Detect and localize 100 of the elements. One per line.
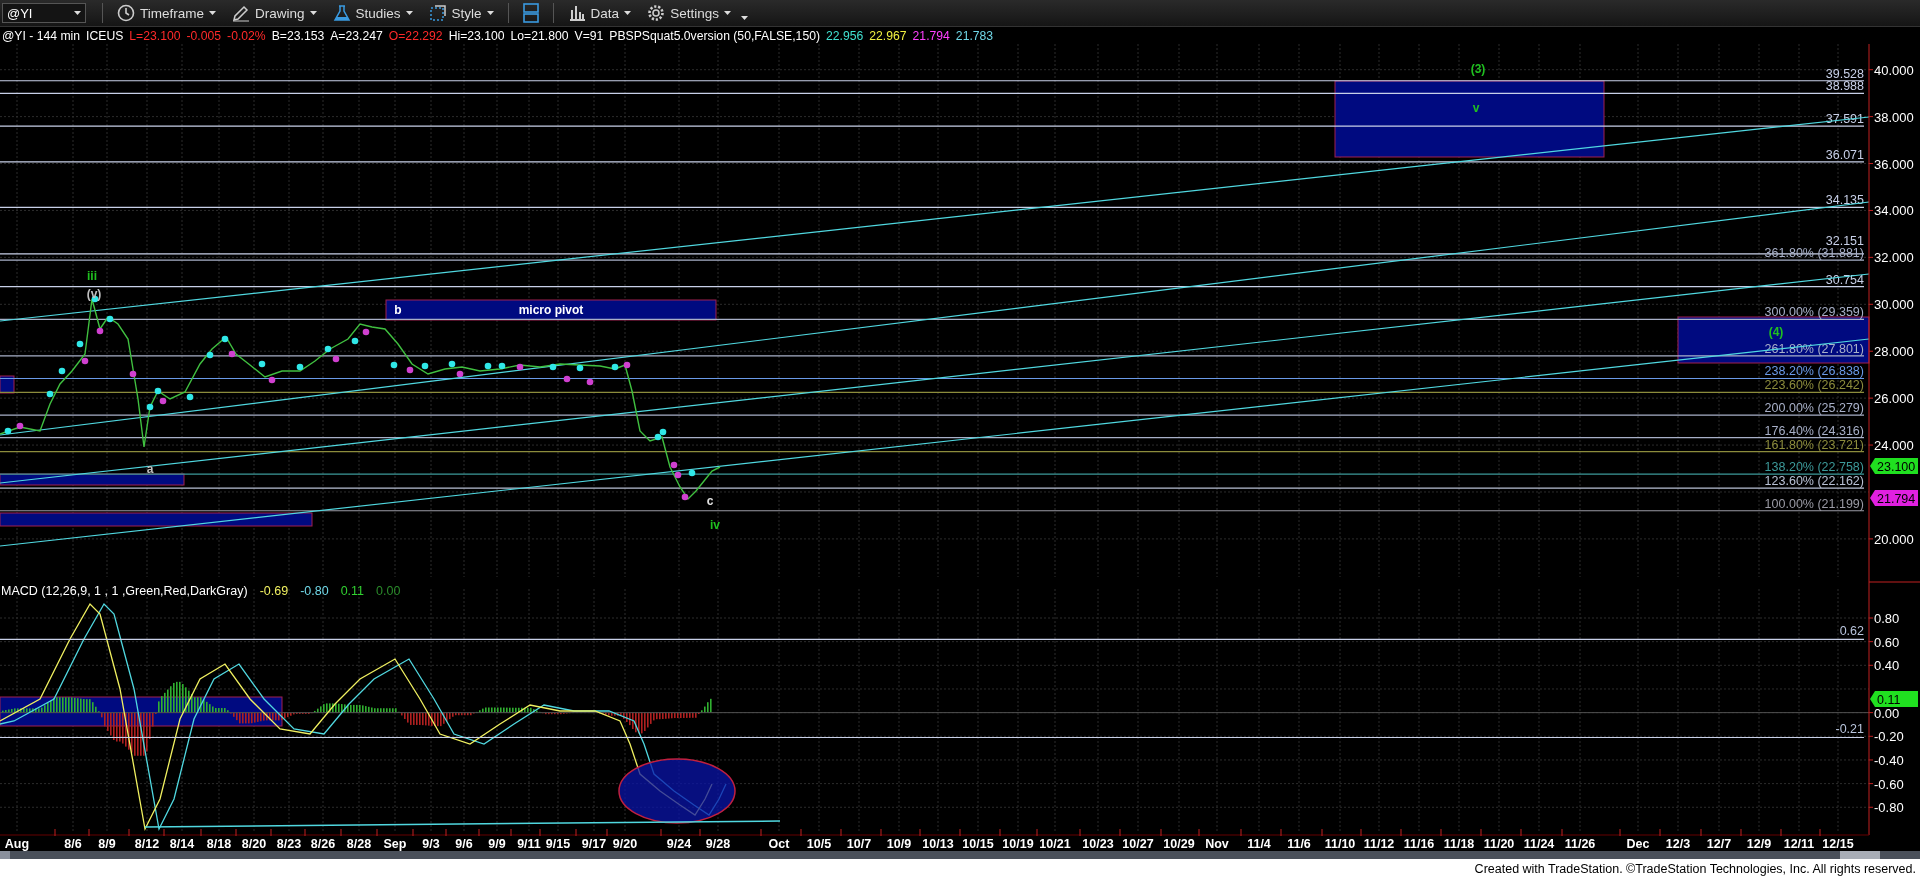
date-label: 9/11 bbox=[517, 837, 541, 851]
quote-value: -0.005 bbox=[186, 28, 222, 43]
macd-value: -0.80 bbox=[300, 584, 329, 598]
date-label: 8/12 bbox=[134, 837, 160, 851]
wave-label: micro pivot bbox=[518, 303, 584, 317]
symbol-field[interactable]: @YI bbox=[2, 3, 86, 23]
level-label: 32.151 bbox=[1825, 233, 1864, 248]
date-label: 9/20 bbox=[612, 837, 638, 851]
quote-value: PBSPSquat5.0version (50,FALSE,150) bbox=[609, 28, 820, 43]
level-label: 300.00% (29.359) bbox=[1764, 305, 1864, 320]
level-label: 161.80% (23.721) bbox=[1764, 437, 1864, 452]
level-label: 36.071 bbox=[1825, 147, 1864, 162]
menu-button[interactable]: Studies bbox=[326, 2, 419, 24]
copyright-text: Created with TradeStation. ©TradeStation Technologies, Inc. All rights reserved. bbox=[1474, 862, 1916, 876]
menu-button[interactable]: Data bbox=[561, 2, 638, 24]
quote-value: O=22.292 bbox=[388, 28, 443, 43]
level-label: 223.60% (26.242) bbox=[1764, 378, 1864, 393]
date-label: 10/19 bbox=[1002, 837, 1034, 851]
macd-value: 0.11 bbox=[340, 584, 365, 598]
level-label: 123.60% (22.162) bbox=[1764, 474, 1864, 489]
quote-value: -0.02% bbox=[227, 28, 266, 43]
date-label: 8/23 bbox=[276, 837, 302, 851]
wave-label: (4) bbox=[1768, 325, 1784, 339]
date-label: 8/26 bbox=[310, 837, 336, 851]
date-label: 12/11 bbox=[1783, 837, 1815, 851]
date-label: 9/17 bbox=[581, 837, 607, 851]
date-label: 11/6 bbox=[1287, 837, 1311, 851]
date-label: Oct bbox=[768, 837, 790, 851]
level-label: 200.00% (25.279) bbox=[1764, 401, 1864, 416]
date-label: 10/29 bbox=[1163, 837, 1195, 851]
wave-label: (v) bbox=[86, 287, 102, 301]
date-label: 10/5 bbox=[806, 837, 832, 851]
axis-label: 36.000 bbox=[1874, 156, 1914, 172]
date-label: 11/26 bbox=[1564, 837, 1596, 851]
axis-label: 0.80 bbox=[1874, 611, 1900, 626]
axis-label: 30.000 bbox=[1874, 297, 1914, 313]
axis-label: 0.60 bbox=[1874, 634, 1900, 650]
axis-label: -0.40 bbox=[1874, 752, 1904, 768]
quote-value: B=23.153 bbox=[271, 28, 325, 43]
date-label: 10/21 bbox=[1039, 837, 1071, 851]
quote-value: @YI - 144 min bbox=[2, 28, 81, 43]
date-label: 11/10 bbox=[1324, 837, 1356, 851]
level-label: 238.20% (26.838) bbox=[1764, 364, 1864, 379]
axis-label: 0.00 bbox=[1874, 705, 1900, 721]
macd-label: MACD (12,26,9, 1 , 1 ,Green,Red,DarkGray) bbox=[1, 584, 248, 598]
level-label: 0.62 bbox=[1839, 624, 1864, 639]
quote-value: A=23.247 bbox=[330, 28, 383, 43]
level-label: 176.40% (24.316) bbox=[1764, 423, 1864, 438]
wave-label: iv bbox=[710, 518, 720, 532]
menu-button[interactable]: Style bbox=[422, 2, 500, 24]
axis-label: 40.000 bbox=[1874, 62, 1914, 78]
quote-value: Hi=23.100 bbox=[448, 28, 505, 43]
menu-button[interactable]: Settings bbox=[641, 2, 737, 24]
quote-value: 21.794 bbox=[912, 28, 950, 43]
date-label: 10/23 bbox=[1082, 837, 1114, 851]
date-label: 12/9 bbox=[1746, 837, 1772, 851]
date-label: 9/6 bbox=[455, 837, 473, 851]
menu-button[interactable]: Drawing bbox=[226, 2, 323, 24]
level-label: 100.00% (21.199) bbox=[1764, 496, 1864, 511]
axis-label: 0.40 bbox=[1874, 658, 1900, 674]
level-label: 39.528 bbox=[1825, 66, 1864, 81]
date-label: 9/28 bbox=[705, 837, 731, 851]
date-label: 10/7 bbox=[846, 837, 872, 851]
date-label: 12/7 bbox=[1706, 837, 1732, 851]
quote-value: 22.956 bbox=[826, 28, 864, 43]
quote-value: 22.967 bbox=[869, 28, 907, 43]
date-label: Aug bbox=[4, 837, 30, 851]
date-label: Sep bbox=[383, 837, 407, 851]
menu-button[interactable]: Timeframe bbox=[111, 2, 222, 24]
axis-label: 28.000 bbox=[1874, 344, 1914, 360]
level-label: 138.20% (22.758) bbox=[1764, 460, 1864, 475]
wave-label: (3) bbox=[1470, 62, 1486, 76]
date-label: 11/4 bbox=[1247, 837, 1271, 851]
last-price-tag: 23.100 bbox=[1870, 458, 1918, 474]
wave-label: v bbox=[1472, 101, 1480, 115]
level-label: 30.754 bbox=[1825, 272, 1864, 287]
axis-label: 26.000 bbox=[1874, 391, 1914, 407]
date-label: 8/28 bbox=[346, 837, 372, 851]
quote-value: Lo=21.800 bbox=[510, 28, 569, 43]
date-label: 8/18 bbox=[206, 837, 232, 851]
axis-label: 20.000 bbox=[1874, 531, 1914, 547]
level-label: 38.988 bbox=[1825, 79, 1864, 94]
date-label: 9/9 bbox=[488, 837, 506, 851]
axis-label: -0.20 bbox=[1874, 729, 1904, 745]
date-label: 9/15 bbox=[545, 837, 571, 851]
date-label: 10/15 bbox=[962, 837, 994, 851]
axis-label: 32.000 bbox=[1874, 250, 1914, 266]
wave-label: b bbox=[394, 303, 402, 317]
wave-label: c bbox=[706, 494, 714, 508]
date-label: 11/24 bbox=[1523, 837, 1555, 851]
level-label: -0.21 bbox=[1835, 722, 1864, 737]
date-label: Nov bbox=[1205, 837, 1229, 851]
date-label: 9/3 bbox=[422, 837, 440, 851]
macd-value: -0.69 bbox=[259, 584, 289, 598]
axis-label: 34.000 bbox=[1874, 203, 1914, 219]
macd-value: 0.00 bbox=[376, 584, 401, 598]
date-label: 8/14 bbox=[169, 837, 195, 851]
date-label: 12/15 bbox=[1822, 837, 1854, 851]
date-label: 11/18 bbox=[1443, 837, 1475, 851]
date-label: 8/6 bbox=[64, 837, 82, 851]
